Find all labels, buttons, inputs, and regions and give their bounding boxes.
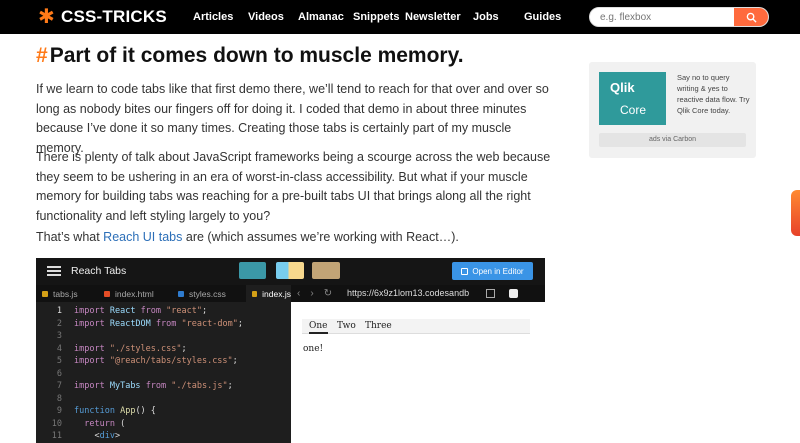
heading-text: Part of it comes down to muscle memory. [49,44,464,67]
refresh-icon[interactable]: ↻ [324,288,332,299]
nav-newsletter[interactable]: Newsletter [405,11,461,23]
color-swatch-blue-yellow [276,262,304,279]
logo-text: CSS-TRICKS [60,7,167,26]
file-tab-label: index.js [262,288,291,299]
line-number: 6 [56,368,62,379]
live-preview: One Two Three one! [291,302,545,443]
file-tab-index-js[interactable]: index.js [246,285,291,302]
line-number: 5 [56,356,62,366]
ad-brand: Qlik [610,80,635,95]
code-text: <div> [94,431,121,441]
search-button[interactable] [734,8,768,26]
code-editor[interactable]: 1 import React from "react"; 2 import Reac… [36,302,291,443]
search-icon [746,12,757,23]
file-tab-label: index.html [115,288,154,299]
line-number: 8 [56,393,62,404]
search-input[interactable] [590,8,736,26]
line-number: 7 [56,381,62,391]
nav-videos[interactable]: Videos [248,11,284,23]
embed-header: Reach Tabs Open in Editor [36,258,545,285]
console-toggle-icon[interactable] [509,289,518,298]
open-in-editor-button[interactable]: Open in Editor [452,262,533,280]
ad-image[interactable]: Qlik Core [599,72,666,125]
color-swatch-teal [239,262,266,279]
nav-snippets[interactable]: Snippets [353,11,399,23]
line-number: 9 [56,406,62,416]
external-editor-icon [461,267,469,275]
line-number: 4 [56,343,62,354]
paragraph-2: There is plenty of talk about JavaScript… [36,150,551,223]
back-arrow-icon[interactable]: ‹ [297,288,300,299]
color-swatch-tan [312,262,340,279]
js-file-icon [252,290,258,297]
ads-via-carbon-link[interactable]: ads via Carbon [599,133,746,147]
line-number: 10 [51,418,62,429]
search-box [589,7,769,27]
ad-product: Core [620,103,647,117]
file-tab-label: tabs.js [53,288,78,299]
codesandbox-embed: Reach Tabs Open in Editor tabs.js index.… [36,258,545,443]
css-file-icon [178,290,184,297]
paragraph-3-text: That’s what [36,230,104,244]
code-text: import ReactDOM from "react-dom"; [74,318,243,329]
code-text: function App() { [74,406,156,416]
preview-tab-list: One Two Three [302,319,530,334]
file-tab-label: styles.css [189,288,226,299]
top-navigation: ✱ CSS-TRICKS Articles Videos Almanac Sni… [0,0,800,34]
code-text: import "./styles.css"; [74,343,187,354]
preview-tab-three[interactable]: Three [365,321,392,331]
heading-anchor-link[interactable]: # [36,44,48,67]
embed-title: Reach Tabs [71,265,127,277]
side-edge-tab[interactable] [791,190,800,236]
star-logo-icon: ✱ [38,6,55,28]
reach-ui-tabs-link[interactable]: Reach UI tabs [103,230,182,244]
preview-url[interactable]: https://6x9z1lom13.codesandb [347,288,469,298]
line-number: 2 [56,318,62,329]
nav-almanac[interactable]: Almanac [298,11,344,23]
nav-guides[interactable]: Guides [524,11,561,23]
paragraph-3: That’s what Reach UI tabs are (which ass… [36,228,556,248]
open-in-editor-label: Open in Editor [472,266,524,276]
code-text: import "@reach/tabs/styles.css"; [74,356,238,366]
code-text: return ( [84,418,126,429]
nav-jobs[interactable]: Jobs [473,11,499,23]
code-text: import MyTabs from "./tabs.js"; [74,381,233,391]
preview-address-bar: ‹ › ↻ https://6x9z1lom13.codesandb [291,285,545,302]
carbon-ad[interactable]: Qlik Core Say no to query writing & yes … [589,62,756,158]
line-number: 1 [56,306,62,316]
site-logo[interactable]: ✱ CSS-TRICKS [38,7,167,27]
line-number: 3 [56,331,62,341]
ad-text[interactable]: Say no to query writing & yes to reactiv… [677,72,752,116]
file-tab-index-html[interactable]: index.html [98,285,172,302]
js-file-icon [42,290,48,297]
preview-tab-one[interactable]: One [309,321,328,334]
menu-icon[interactable] [47,266,61,276]
code-text: import React from "react"; [74,306,208,316]
preview-tab-two[interactable]: Two [337,321,356,331]
nav-articles[interactable]: Articles [193,11,233,23]
file-tab-tabs-js[interactable]: tabs.js [36,285,98,302]
paragraph-3-text-end: are (which assumes we’re working with Re… [182,230,459,244]
paragraph-1: If we learn to code tabs like that first… [36,82,549,155]
file-tab-styles-css[interactable]: styles.css [172,285,246,302]
line-number: 11 [51,431,62,441]
file-tabs: tabs.js index.html styles.css index.js [36,285,291,302]
open-new-window-icon[interactable] [486,289,495,298]
section-heading: #Part of it comes down to muscle memory. [36,44,464,68]
preview-tab-panel: one! [303,344,324,354]
html-file-icon [104,290,110,297]
forward-arrow-icon[interactable]: › [310,288,313,299]
